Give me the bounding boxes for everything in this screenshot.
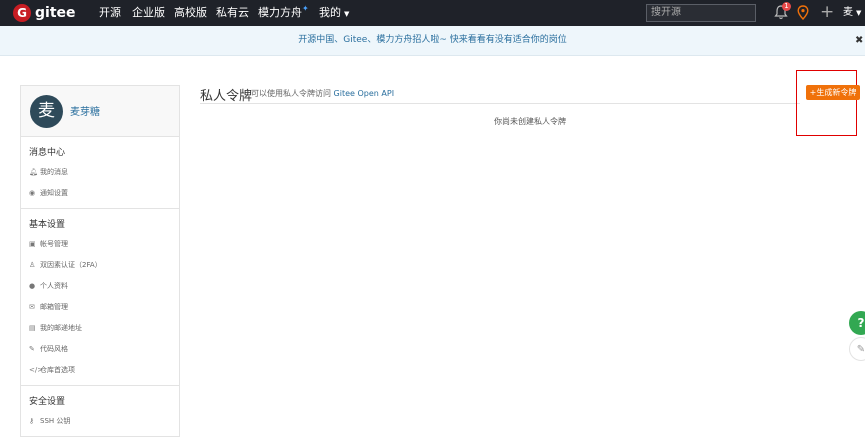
nav-item-private-cloud[interactable]: 私有云 (216, 0, 249, 26)
avatar[interactable]: 麦 (30, 95, 63, 128)
section-security: 安全设置 ⚷ SSH 公钥 (21, 386, 179, 436)
nav-item-moli[interactable]: 模力方舟✦ (258, 0, 309, 26)
sidebar-item-address[interactable]: ▤ 我的邮递地址 (21, 318, 179, 339)
nav-item-mine-label: 我的 (319, 6, 341, 19)
gitee-logo-icon[interactable]: G (13, 4, 31, 22)
open-api-link[interactable]: Gitee Open API (334, 89, 395, 98)
address-icon: ▤ (29, 324, 36, 332)
nav-item-opensource[interactable]: 开源 (99, 0, 121, 26)
bell-icon: 🔔︎ (29, 168, 38, 176)
chevron-down-icon: ▼ (344, 10, 350, 18)
sidebar-item-code-style[interactable]: ✎ 代码风格 (21, 339, 179, 360)
page-title: 私人令牌 (200, 89, 253, 104)
nav-item-moli-label: 模力方舟 (258, 6, 302, 19)
help-button[interactable]: ? (849, 311, 865, 335)
sidebar-item-my-messages[interactable]: 🔔︎ 我的消息 (21, 162, 179, 183)
sidebar-item-email[interactable]: ✉ 邮箱管理 (21, 297, 179, 318)
brush-icon: ✎ (29, 345, 35, 353)
user-menu[interactable]: 麦 ▼ (843, 4, 861, 22)
sidebar-item-notification-settings[interactable]: ◉ 通知设置 (21, 183, 179, 204)
sidebar-item-label: 双因素认证（2FA） (40, 261, 102, 269)
user-icon: ● (29, 282, 36, 290)
nav-item-enterprise[interactable]: 企业版 (132, 0, 165, 26)
sidebar-item-label: SSH 公钥 (40, 417, 71, 425)
banner-link[interactable]: 开源中国、Gitee、模力方舟招人啦~ 快来看看有没有适合你的岗位 (0, 26, 865, 55)
create-plus-icon[interactable]: + (820, 2, 834, 22)
id-card-icon: ▣ (29, 240, 36, 248)
section-title-basic: 基本设置 (29, 220, 66, 230)
sidebar-item-label: 我的邮递地址 (40, 324, 82, 332)
sidebar-item-label: 仓库首选项 (40, 366, 75, 374)
nav-item-education[interactable]: 高校版 (174, 0, 207, 26)
empty-state-text: 你尚未创建私人令牌 (494, 117, 566, 126)
sidebar-item-profile[interactable]: ● 个人资料 (21, 276, 179, 297)
sidebar-item-label: 代码风格 (40, 345, 68, 353)
code-icon: </> (29, 366, 44, 374)
page-subtitle: 可以使用私人令牌访问 Gitee Open API (251, 88, 394, 99)
chevron-down-icon: ▼ (856, 9, 862, 17)
sidebar-item-label: 个人资料 (40, 282, 68, 290)
brand-name[interactable]: gitee (35, 4, 76, 22)
sidebar-item-repo-prefs[interactable]: </>仓库首选项 (21, 360, 179, 381)
nav-item-mine[interactable]: 我的 ▼ (319, 0, 349, 26)
location-pin-icon[interactable] (797, 5, 809, 20)
profile-card: 麦 麦芽糖 (21, 86, 179, 137)
section-title-messages: 消息中心 (29, 148, 66, 158)
divider (200, 103, 800, 104)
sidebar-item-label: 通知设置 (40, 189, 68, 197)
top-nav-bar: G gitee 开源 企业版 高校版 私有云 模力方舟✦ 我的 ▼ 搜开源 1 +… (0, 0, 865, 26)
section-messages: 消息中心 🔔︎ 我的消息 ◉ 通知设置 (21, 137, 179, 209)
section-basic: 基本设置 ▣ 帐号管理 ♙ 双因素认证（2FA） ● 个人资料 ✉ 邮箱管理 ▤ 我的邮递… (21, 209, 179, 386)
sidebar-item-2fa[interactable]: ♙ 双因素认证（2FA） (21, 255, 179, 276)
settings-sidebar: 麦 麦芽糖 消息中心 🔔︎ 我的消息 ◉ 通知设置 基本设置 ▣ 帐号管理 ♙ 双因素认… (20, 85, 180, 437)
username-link[interactable]: 麦芽糖 (70, 103, 100, 118)
sidebar-item-label: 邮箱管理 (40, 303, 68, 311)
feedback-button[interactable]: ✎ (849, 337, 865, 361)
highlight-box (796, 70, 857, 136)
recruitment-banner: 开源中国、Gitee、模力方舟招人啦~ 快来看看有没有适合你的岗位 ✖ (0, 26, 865, 56)
cast-icon: ◉ (29, 189, 36, 197)
sidebar-item-account[interactable]: ▣ 帐号管理 (21, 234, 179, 255)
generate-token-button[interactable]: +生成新令牌 (806, 85, 860, 100)
user-menu-initial: 麦 (843, 7, 853, 18)
notification-count-badge: 1 (782, 2, 791, 11)
close-icon[interactable]: ✖ (855, 26, 863, 55)
users-icon: ♙ (29, 261, 36, 269)
sidebar-item-label: 帐号管理 (40, 240, 68, 248)
sidebar-item-label: 我的消息 (40, 168, 68, 176)
page-subtitle-text: 可以使用私人令牌访问 (251, 89, 331, 98)
search-input[interactable]: 搜开源 (646, 4, 756, 22)
key-icon: ⚷ (29, 417, 35, 425)
section-title-security: 安全设置 (29, 397, 66, 407)
sparkle-icon: ✦ (302, 4, 309, 13)
mail-icon: ✉ (29, 303, 35, 311)
sidebar-item-ssh-keys[interactable]: ⚷ SSH 公钥 (21, 411, 179, 432)
